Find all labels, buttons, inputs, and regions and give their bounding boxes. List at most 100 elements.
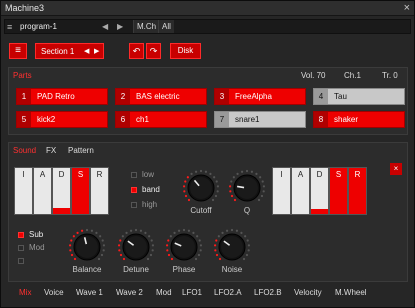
tab-lfo1[interactable]: LFO1 — [182, 288, 202, 297]
balance-label: Balance — [72, 265, 102, 274]
envelope-slider-a[interactable]: A — [291, 167, 310, 215]
checkbox-icon — [131, 172, 137, 178]
envelope-slider-r[interactable]: R — [348, 167, 367, 215]
part-slot-5[interactable]: 5 kick2 — [16, 111, 108, 128]
redo-button[interactable]: ↷ — [146, 43, 161, 59]
envelope-label: A — [39, 170, 46, 179]
envelope-label: R — [96, 170, 103, 179]
tab-velocity[interactable]: Velocity — [294, 288, 322, 297]
tab-sound[interactable]: Sound — [13, 146, 36, 155]
parts-panel: Parts Vol. 70 Ch.1 Tr. 0 1 PAD Retro 2 BAS … — [8, 67, 408, 135]
envelope-label: D — [316, 170, 323, 179]
part-name: shaker — [334, 115, 359, 124]
part-name: snare1 — [235, 115, 260, 124]
detune-label: Detune — [123, 265, 149, 274]
disk-button[interactable]: Disk — [170, 43, 201, 59]
checkbox-icon — [131, 202, 137, 208]
part-slot-2[interactable]: 2 BAS electric — [115, 88, 207, 105]
part-slot-3[interactable]: 3 FreeAlpha — [214, 88, 306, 105]
envelope-label: I — [22, 170, 25, 179]
program-menu-icon[interactable]: ≡ — [7, 22, 12, 32]
midi-channel-button[interactable]: M.Ch — [133, 20, 160, 33]
part-slot-1[interactable]: 1 PAD Retro — [16, 88, 108, 105]
part-number: 7 — [215, 112, 229, 127]
sound-panel: Sound FX Pattern × I A D S R I A D S R low band hi… — [8, 142, 408, 282]
section-next-icon[interactable]: ▶ — [94, 47, 99, 55]
envelope-slider-i[interactable]: I — [14, 167, 33, 215]
machine-window: Machine3 × ≡ program-1 ◀ ▶ M.Ch All ≡ Se… — [0, 0, 415, 308]
balance-knob[interactable] — [68, 228, 106, 266]
checkbox-icon — [18, 245, 24, 251]
part-name: FreeAlpha — [235, 92, 272, 101]
tab-wave2[interactable]: Wave 2 — [116, 288, 143, 297]
filter-option-low[interactable]: low — [131, 170, 154, 179]
all-button[interactable]: All — [158, 20, 174, 33]
noise-knob[interactable] — [213, 228, 251, 266]
program-name[interactable]: program-1 — [20, 22, 57, 31]
part-number: 5 — [17, 112, 31, 127]
envelope-slider-r[interactable]: R — [90, 167, 109, 215]
tab-pattern[interactable]: Pattern — [68, 146, 94, 155]
tab-lfo2b[interactable]: LFO2.B — [254, 288, 282, 297]
parts-channel: Ch.1 — [344, 71, 361, 80]
program-prev-icon[interactable]: ◀ — [102, 22, 108, 31]
envelope-slider-d[interactable]: D — [310, 167, 329, 215]
tab-fx[interactable]: FX — [46, 146, 56, 155]
tab-mod[interactable]: Mod — [156, 288, 172, 297]
cutoff-knob[interactable] — [182, 169, 220, 207]
undo-button[interactable]: ↶ — [129, 43, 144, 59]
checkbox-icon — [18, 258, 24, 264]
mods-option-sub[interactable]: Sub — [18, 230, 43, 239]
filter-option-label: band — [142, 185, 160, 194]
parts-transpose: Tr. 0 — [382, 71, 398, 80]
part-number: 4 — [314, 89, 328, 104]
q-knob[interactable] — [228, 169, 266, 207]
parts-title: Parts — [13, 71, 32, 80]
envelope-label: A — [297, 170, 304, 179]
filter-option-band[interactable]: band — [131, 185, 160, 194]
program-next-icon[interactable]: ▶ — [117, 22, 123, 31]
envelope-fill — [311, 209, 328, 214]
filter-option-label: high — [142, 200, 158, 209]
filter-option-high[interactable]: high — [131, 200, 157, 209]
part-number: 6 — [116, 112, 130, 127]
main-menu-button[interactable]: ≡ — [9, 43, 27, 59]
part-slot-8[interactable]: 8 shaker — [313, 111, 405, 128]
tab-voice[interactable]: Voice — [44, 288, 64, 297]
part-slot-4[interactable]: 4 Tau — [313, 88, 405, 105]
envelope-slider-s[interactable]: S — [71, 167, 90, 215]
section-prev-icon[interactable]: ◀ — [84, 47, 89, 55]
mods-option-mod[interactable]: Mod — [18, 243, 45, 252]
envelope-slider-d[interactable]: D — [52, 167, 71, 215]
q-label: Q — [243, 206, 251, 215]
tab-mwheel[interactable]: M.Wheel — [335, 288, 367, 297]
part-slot-6[interactable]: 6 ch1 — [115, 111, 207, 128]
program-bar: ≡ program-1 ◀ ▶ M.Ch All — [4, 19, 411, 34]
envelope-slider-s[interactable]: S — [329, 167, 348, 215]
phase-knob[interactable] — [165, 228, 203, 266]
title-bar[interactable]: Machine3 × — [1, 1, 414, 16]
tab-mix[interactable]: Mix — [19, 288, 31, 297]
detune-knob[interactable] — [117, 228, 155, 266]
envelope-slider-a[interactable]: A — [33, 167, 52, 215]
noise-label: Noise — [221, 265, 243, 274]
section-selector[interactable]: Section 1 ◀ ▶ — [35, 43, 104, 59]
envelope-label: S — [77, 170, 84, 179]
part-number: 2 — [116, 89, 130, 104]
cutoff-label: Cutoff — [190, 206, 212, 215]
section-label: Section 1 — [41, 47, 75, 56]
envelope-label: D — [58, 170, 65, 179]
tab-lfo2a[interactable]: LFO2.A — [214, 288, 242, 297]
tab-wave1[interactable]: Wave 1 — [76, 288, 103, 297]
checkbox-icon — [18, 232, 24, 238]
envelope-slider-i[interactable]: I — [272, 167, 291, 215]
part-slot-7[interactable]: 7 snare1 — [214, 111, 306, 128]
close-icon[interactable]: × — [404, 2, 410, 14]
checkbox-icon — [131, 187, 137, 193]
part-name: PAD Retro — [37, 92, 75, 101]
part-number: 3 — [215, 89, 229, 104]
part-name: kick2 — [37, 115, 56, 124]
mods-option-blank-2[interactable] — [18, 256, 29, 265]
envelope-fill — [53, 208, 70, 214]
sound-close-button[interactable]: × — [390, 163, 402, 175]
